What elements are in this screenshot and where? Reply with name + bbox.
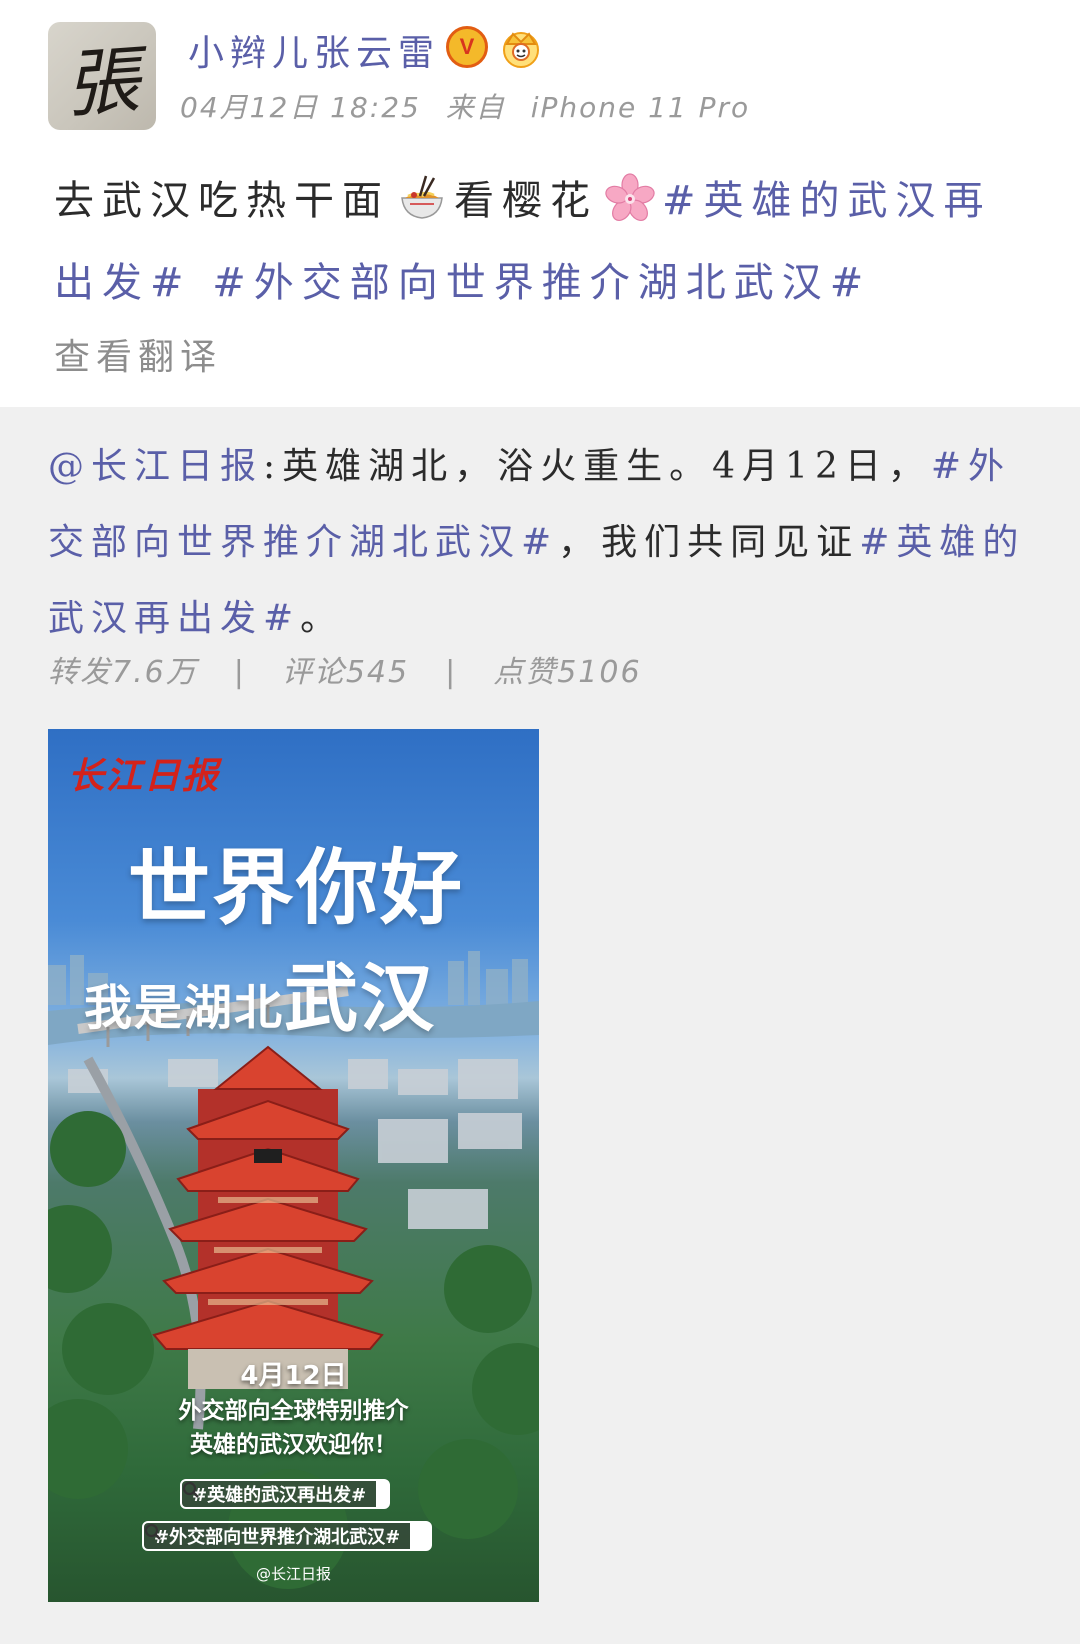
noodle-bowl-icon	[401, 175, 443, 219]
poster-subtitle: 我是湖北武汉	[84, 956, 437, 1042]
post-text-part: 去武汉吃热干面	[54, 178, 390, 224]
stats-separator: |	[445, 655, 458, 690]
poster-title: 世界你好	[128, 840, 465, 936]
poster-caption: 外交部向全球特别推介	[178, 1398, 409, 1424]
translate-link[interactable]: 查看翻译	[54, 328, 222, 380]
repost-count[interactable]: 转发7.6万	[48, 655, 198, 690]
repost-text-part: 。	[300, 598, 344, 639]
avatar[interactable]: 張	[48, 22, 156, 130]
poster-image[interactable]: 长江日报 世界你好 我是湖北武汉 4月12日 外交部向全球特别推介 英雄的武汉欢…	[48, 729, 539, 1602]
mention-link[interactable]: @长江日报	[48, 446, 263, 487]
poster-credit: @长江日报	[255, 1565, 331, 1583]
repost-text-part: :英雄湖北，浴火重生。4月12日，	[263, 446, 931, 487]
poster-date: 4月12日	[240, 1361, 347, 1391]
timestamp: 04月12日 18:25	[180, 91, 421, 124]
search-icon	[144, 1523, 430, 1549]
verified-badge-icon: V	[446, 26, 488, 68]
username[interactable]: 小辫儿张云雷	[188, 24, 440, 76]
comment-count[interactable]: 评论545	[282, 655, 409, 690]
repost-stats: 转发7.6万 | 评论545 | 点赞5106	[48, 647, 642, 691]
avatar-calligraphy-icon: 張	[62, 37, 143, 128]
repost-text-part: ，我们共同见证	[558, 522, 860, 563]
poster-caption: 英雄的武汉欢迎你！	[190, 1432, 397, 1458]
poster-logo: 长江日报	[68, 755, 221, 797]
source-prefix: 来自	[445, 91, 506, 124]
hashtag-link[interactable]: #外交部向世界推介湖北武汉#	[212, 260, 871, 306]
search-icon	[182, 1481, 388, 1507]
device-source[interactable]: iPhone 11 Pro	[531, 91, 750, 124]
post-meta: 04月12日 18:25 来自 iPhone 11 Pro	[180, 86, 764, 126]
post-text-part: 看樱花	[454, 178, 598, 224]
poster-hashtag-pill: #外交部向世界推介湖北武汉#	[142, 1521, 432, 1551]
post-text: 去武汉吃热干面 看樱花 #英雄的武汉再出发# #外交部向世界推介湖北武汉#	[54, 160, 1034, 324]
crown-icon	[503, 32, 539, 68]
cherry-blossom-icon	[605, 173, 655, 221]
poster-hashtag-pill: #英雄的武汉再出发#	[180, 1479, 390, 1509]
reposted-content[interactable]: @长江日报:英雄湖北，浴火重生。4月12日，#外交部向世界推介湖北武汉#，我们共…	[0, 407, 1080, 1644]
like-count[interactable]: 点赞5106	[493, 655, 641, 690]
stats-separator: |	[233, 655, 246, 690]
post-card: 張 小辫儿张云雷 V 04月12日 18:25 来自 iPhone 11 Pro…	[0, 0, 1080, 407]
repost-text: @长江日报:英雄湖北，浴火重生。4月12日，#外交部向世界推介湖北武汉#，我们共…	[48, 429, 1038, 657]
